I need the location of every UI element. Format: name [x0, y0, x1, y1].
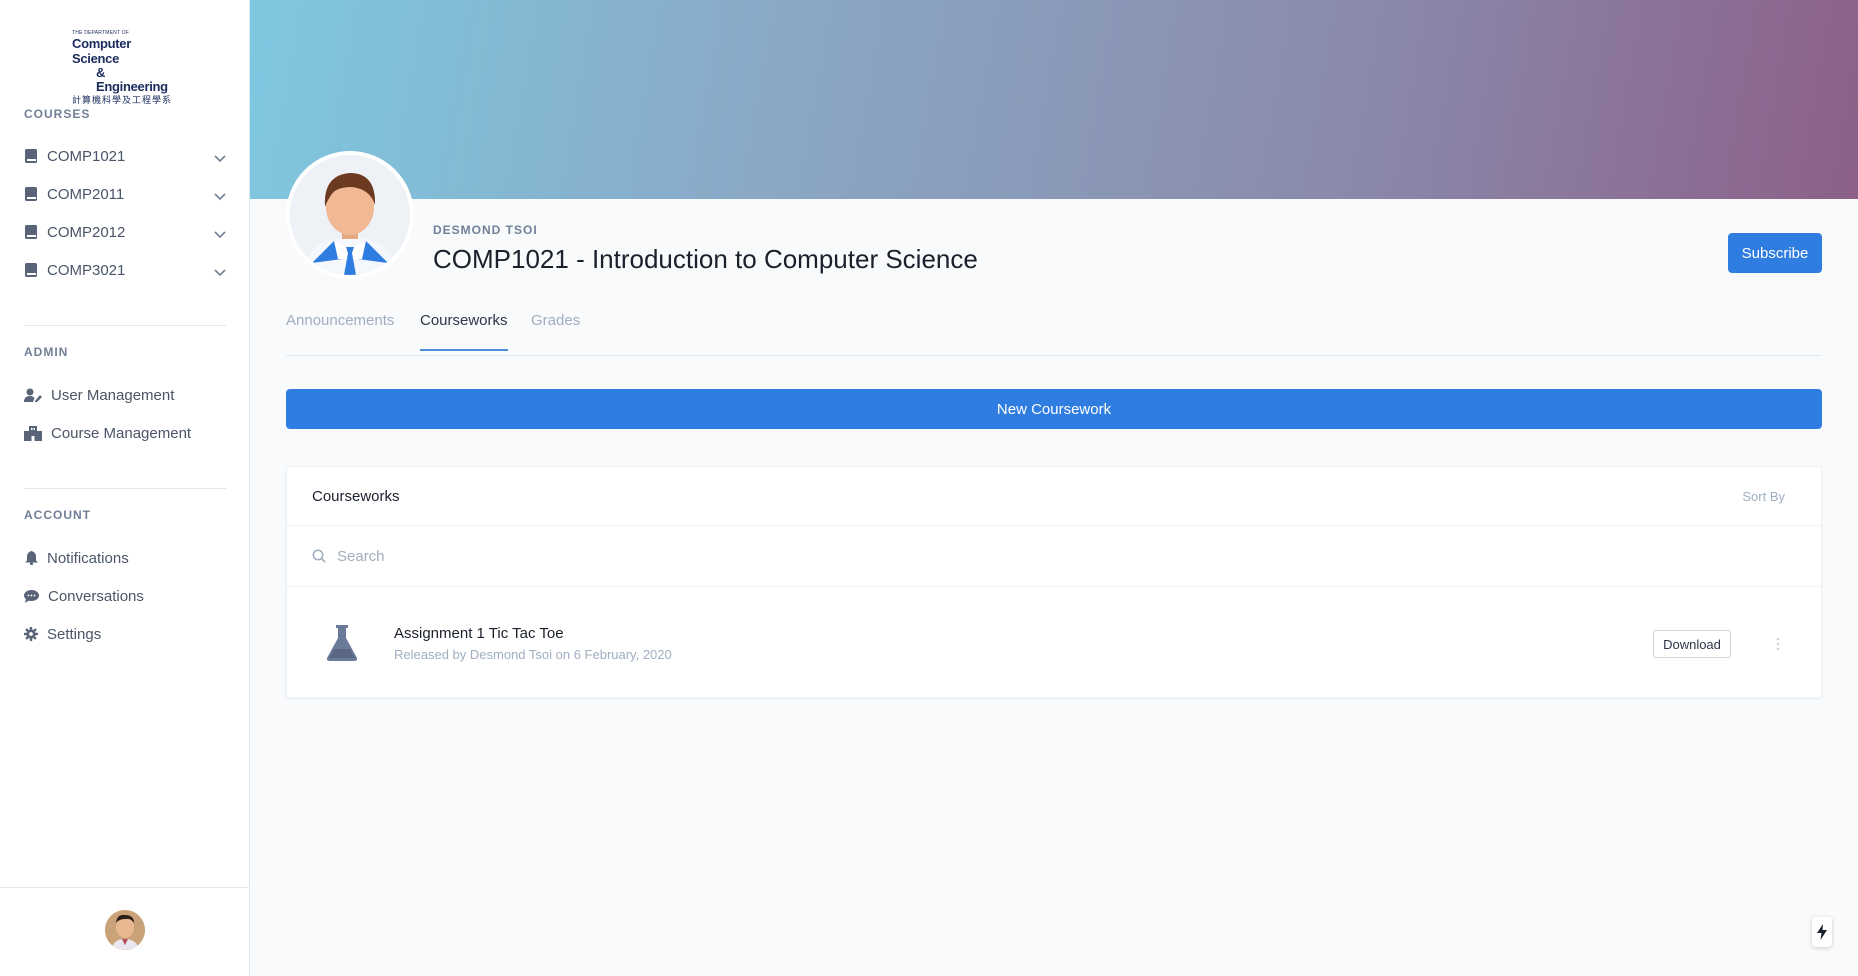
- sort-by-dropdown[interactable]: Sort By: [1742, 489, 1785, 504]
- subscribe-button[interactable]: Subscribe: [1728, 233, 1822, 273]
- user-avatar[interactable]: [105, 910, 145, 950]
- new-coursework-button[interactable]: New Coursework: [286, 389, 1822, 429]
- tab-announcements[interactable]: Announcements: [286, 312, 394, 349]
- logo-line-4: 計算機科學及工程學系: [72, 95, 173, 105]
- building-icon: [24, 425, 42, 441]
- search-input[interactable]: [337, 544, 937, 568]
- lightning-icon[interactable]: [1812, 917, 1832, 947]
- card-title: Courseworks: [312, 488, 400, 505]
- instructor-name: DESMOND TSOI: [433, 223, 538, 237]
- book-icon: [24, 225, 38, 239]
- user-edit-icon: [24, 388, 42, 402]
- book-icon: [24, 263, 38, 277]
- course-tabs: Announcements Courseworks Grades: [286, 296, 1822, 356]
- search-icon: [312, 549, 326, 568]
- sidebar-item-conversations[interactable]: Conversations: [24, 581, 226, 611]
- sidebar-item-settings[interactable]: Settings: [24, 619, 226, 649]
- chevron-down-icon[interactable]: [214, 188, 226, 205]
- gear-icon: [24, 627, 38, 641]
- sidebar-item-label: Course Management: [51, 424, 192, 442]
- account-section-label: ACCOUNT: [24, 508, 91, 522]
- logo-line-2: Computer Science: [72, 36, 131, 66]
- more-vertical-icon[interactable]: [1773, 635, 1783, 653]
- sidebar-footer: [0, 887, 250, 976]
- admin-section-label: ADMIN: [24, 345, 69, 359]
- coursework-meta: Released by Desmond Tsoi on 6 February, …: [394, 647, 672, 662]
- sidebar-item-label: Conversations: [48, 587, 144, 605]
- chat-icon: [24, 589, 39, 603]
- sidebar-item-label: COMP2011: [47, 185, 125, 203]
- sidebar-item-comp2012[interactable]: COMP2012: [24, 217, 226, 247]
- sidebar-item-notifications[interactable]: Notifications: [24, 543, 226, 573]
- search-bar: [287, 526, 1821, 587]
- flask-icon: [326, 625, 358, 666]
- download-button[interactable]: Download: [1653, 630, 1731, 658]
- sidebar-item-user-management[interactable]: User Management: [24, 380, 226, 410]
- sidebar-item-label: COMP1021: [47, 147, 126, 165]
- logo-line-3: & Engineering: [96, 65, 168, 94]
- chevron-down-icon[interactable]: [214, 150, 226, 167]
- sidebar-item-label: Notifications: [47, 549, 129, 567]
- department-logo[interactable]: THE DEPARTMENT OF Computer Science & Eng…: [72, 30, 180, 105]
- bell-icon: [24, 551, 38, 565]
- book-icon: [24, 187, 38, 201]
- sidebar-item-label: Settings: [47, 625, 102, 643]
- page-title: COMP1021 - Introduction to Computer Scie…: [433, 244, 978, 274]
- tab-grades[interactable]: Grades: [531, 312, 580, 349]
- sidebar-divider: [24, 325, 226, 326]
- book-icon: [24, 149, 38, 163]
- course-banner: [250, 0, 1858, 199]
- tab-courseworks[interactable]: Courseworks: [420, 312, 508, 351]
- card-header: Courseworks Sort By: [287, 467, 1821, 526]
- sidebar-item-course-management[interactable]: Course Management: [24, 418, 226, 448]
- list-item: Assignment 1 Tic Tac Toe Released by Des…: [287, 587, 1821, 699]
- sidebar: THE DEPARTMENT OF Computer Science & Eng…: [0, 0, 250, 976]
- courses-section-label: COURSES: [24, 107, 91, 121]
- chevron-down-icon[interactable]: [214, 226, 226, 243]
- courseworks-card: Courseworks Sort By Assignment 1 Tic Tac…: [286, 466, 1822, 698]
- sidebar-item-label: User Management: [51, 386, 175, 404]
- sidebar-item-comp1021[interactable]: COMP1021: [24, 141, 226, 171]
- coursework-title[interactable]: Assignment 1 Tic Tac Toe: [394, 625, 564, 642]
- chevron-down-icon[interactable]: [214, 264, 226, 281]
- sidebar-item-comp3021[interactable]: COMP3021: [24, 255, 226, 285]
- instructor-avatar: [286, 151, 414, 279]
- sidebar-item-comp2011[interactable]: COMP2011: [24, 179, 226, 209]
- sidebar-item-label: COMP2012: [47, 223, 126, 241]
- sidebar-divider: [24, 488, 226, 489]
- sidebar-item-label: COMP3021: [47, 261, 126, 279]
